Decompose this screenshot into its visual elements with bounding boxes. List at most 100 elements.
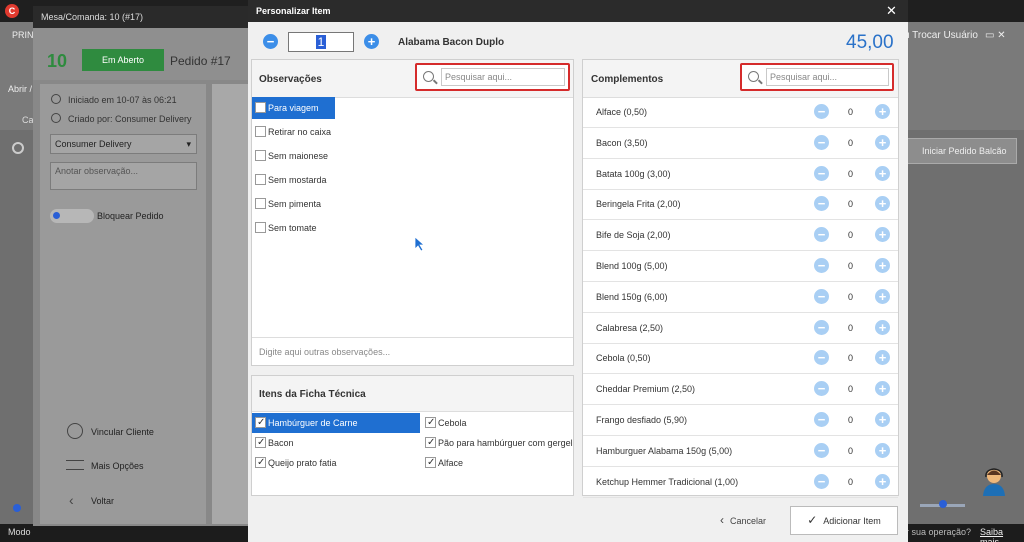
ficha-checkbox[interactable] — [255, 453, 266, 473]
close-icon[interactable]: ✕ — [886, 3, 897, 19]
complemento-name: Bacon (3,50) — [596, 137, 648, 148]
add-label: Adicionar Item — [823, 516, 881, 526]
observacao-item[interactable]: Sem pimenta — [252, 193, 335, 215]
complemento-plus-button[interactable]: + — [875, 473, 890, 489]
complemento-plus-button[interactable]: + — [875, 319, 890, 335]
complemento-minus-button[interactable]: − — [814, 412, 829, 427]
complemento-plus-button[interactable]: + — [875, 381, 890, 397]
ficha-item[interactable]: Cebola — [422, 413, 573, 433]
mesa-iniciado: Iniciado em 10-07 às 06:21 — [68, 95, 177, 105]
ficha-checkbox[interactable] — [425, 433, 436, 453]
complemento-minus-button[interactable]: − — [814, 104, 829, 119]
toolbar-abrir[interactable]: Abrir / — [8, 84, 32, 94]
complemento-minus-button[interactable]: − — [814, 473, 829, 489]
complemento-plus-button[interactable]: + — [875, 350, 890, 366]
support-agent-icon[interactable] — [980, 466, 1008, 496]
tab-ca[interactable]: Ca — [22, 115, 34, 125]
complemento-row: Cebola (0,50) − 0 + — [583, 343, 898, 375]
complemento-plus-button[interactable]: + — [875, 258, 890, 273]
complemento-minus-button[interactable]: − — [814, 258, 829, 273]
observacao-checkbox[interactable] — [255, 198, 266, 209]
observacao-checkbox[interactable] — [255, 174, 266, 185]
mesa-window-title: Mesa/Comanda: 10 (#17) — [33, 6, 258, 28]
complemento-minus-button[interactable]: − — [814, 319, 829, 335]
complemento-plus-button[interactable]: + — [875, 412, 890, 427]
complemento-minus-button[interactable]: − — [814, 165, 829, 181]
vincular-cliente-button[interactable]: Vincular Cliente — [91, 427, 154, 437]
observacao-checkbox[interactable] — [255, 150, 266, 161]
client-select[interactable]: Consumer Delivery ▾ — [50, 134, 197, 154]
observacao-item[interactable]: Para viagem — [252, 97, 335, 119]
observacao-checkbox[interactable] — [255, 222, 266, 233]
complemento-minus-button[interactable]: − — [814, 381, 829, 397]
observacao-label: Sem mostarda — [268, 175, 327, 185]
complemento-minus-button[interactable]: − — [814, 196, 829, 212]
complemento-plus-button[interactable]: + — [875, 104, 890, 119]
ficha-item[interactable]: Hambúrguer de Carne — [252, 413, 420, 433]
ficha-item[interactable]: Bacon — [252, 433, 420, 453]
complemento-minus-button[interactable]: − — [814, 227, 829, 243]
complemento-row: Bacon (3,50) − 0 + — [583, 128, 898, 159]
adicionar-item-button[interactable]: ✓ Adicionar Item — [790, 506, 898, 535]
menu-prin[interactable]: PRIN — [12, 30, 34, 40]
ficha-item[interactable]: Pão para hambúrguer com gergelim — [422, 433, 573, 453]
mais-opcoes-button[interactable]: Mais Opções — [91, 461, 144, 471]
anotar-observacao-input[interactable]: Anotar observação... — [50, 162, 197, 190]
quantity-minus-button[interactable]: − — [263, 34, 278, 49]
quantity-plus-button[interactable]: + — [364, 34, 379, 49]
complemento-plus-button[interactable]: + — [875, 442, 890, 458]
mesa-status-badge[interactable]: Em Aberto — [82, 49, 164, 71]
ficha-checkbox[interactable] — [255, 433, 266, 453]
saiba-mais-link[interactable]: Saiba mais — [980, 527, 1024, 542]
complemento-name: Cheddar Premium (2,50) — [596, 384, 696, 395]
observacao-label: Sem maionese — [268, 151, 329, 161]
ficha-label: Queijo prato fatia — [268, 458, 337, 468]
complemento-plus-button[interactable]: + — [875, 134, 890, 150]
user-circle-icon — [67, 423, 83, 439]
observacoes-label: Observações — [259, 74, 322, 85]
quantity-input[interactable]: 1 — [288, 32, 354, 52]
complemento-minus-button[interactable]: − — [814, 134, 829, 150]
search-icon[interactable] — [12, 142, 24, 154]
ficha-checkbox[interactable] — [425, 453, 436, 473]
observacao-item[interactable]: Sem mostarda — [252, 169, 335, 191]
observacao-item[interactable]: Sem tomate — [252, 217, 335, 239]
complemento-plus-button[interactable]: + — [875, 196, 890, 212]
app-logo-icon: C — [5, 4, 19, 18]
complemento-row: Cheddar Premium (2,50) − 0 + — [583, 374, 898, 406]
observacoes-search[interactable]: Pesquisar aqui... — [415, 63, 570, 91]
complemento-plus-button[interactable]: + — [875, 288, 890, 304]
complemento-row: Hamburguer Alabama 150g (5,00) − 0 + — [583, 436, 898, 467]
iniciar-pedido-balcao-button[interactable]: Iniciar Pedido Balcão — [907, 138, 1017, 164]
chevron-down-icon: ▾ — [186, 139, 191, 149]
observacao-label: Retirar no caixa — [268, 127, 332, 137]
observacao-item[interactable]: Retirar no caixa — [252, 121, 335, 143]
complemento-name: Cebola (0,50) — [596, 353, 651, 364]
cancel-button[interactable]: ‹ Cancelar — [720, 510, 780, 530]
ficha-item[interactable]: Queijo prato fatia — [252, 453, 420, 473]
voltar-button[interactable]: Voltar — [91, 496, 114, 506]
zoom-slider-handle[interactable] — [939, 500, 947, 508]
window-icon[interactable]: ▭ ✕ — [985, 30, 1006, 41]
trocar-usuario-button[interactable]: u Trocar Usuário — [904, 30, 978, 41]
complemento-qty: 0 — [848, 415, 854, 425]
left-slider-handle[interactable] — [13, 504, 21, 512]
ficha-checkbox[interactable] — [425, 413, 436, 433]
complemento-plus-button[interactable]: + — [875, 165, 890, 181]
complemento-name: Bife de Soja (2,00) — [596, 230, 671, 241]
observacao-checkbox[interactable] — [255, 102, 266, 113]
complemento-minus-button[interactable]: − — [814, 442, 829, 458]
outras-observacoes-input[interactable]: Digite aqui outras observações... — [252, 337, 573, 365]
observacao-item[interactable]: Sem maionese — [252, 145, 335, 167]
ficha-item[interactable]: Alface — [422, 453, 573, 473]
complementos-search-input[interactable]: Pesquisar aqui... — [766, 68, 889, 86]
complemento-qty: 0 — [848, 137, 854, 148]
complemento-minus-button[interactable]: − — [814, 350, 829, 366]
ficha-checkbox[interactable] — [255, 413, 266, 433]
complementos-search[interactable]: Pesquisar aqui... — [740, 63, 894, 91]
observacao-checkbox[interactable] — [255, 126, 266, 137]
complemento-minus-button[interactable]: − — [814, 288, 829, 304]
complemento-plus-button[interactable]: + — [875, 227, 890, 243]
complemento-row: Frango desfiado (5,90) − 0 + — [583, 405, 898, 436]
observacoes-search-input[interactable]: Pesquisar aqui... — [441, 68, 565, 86]
